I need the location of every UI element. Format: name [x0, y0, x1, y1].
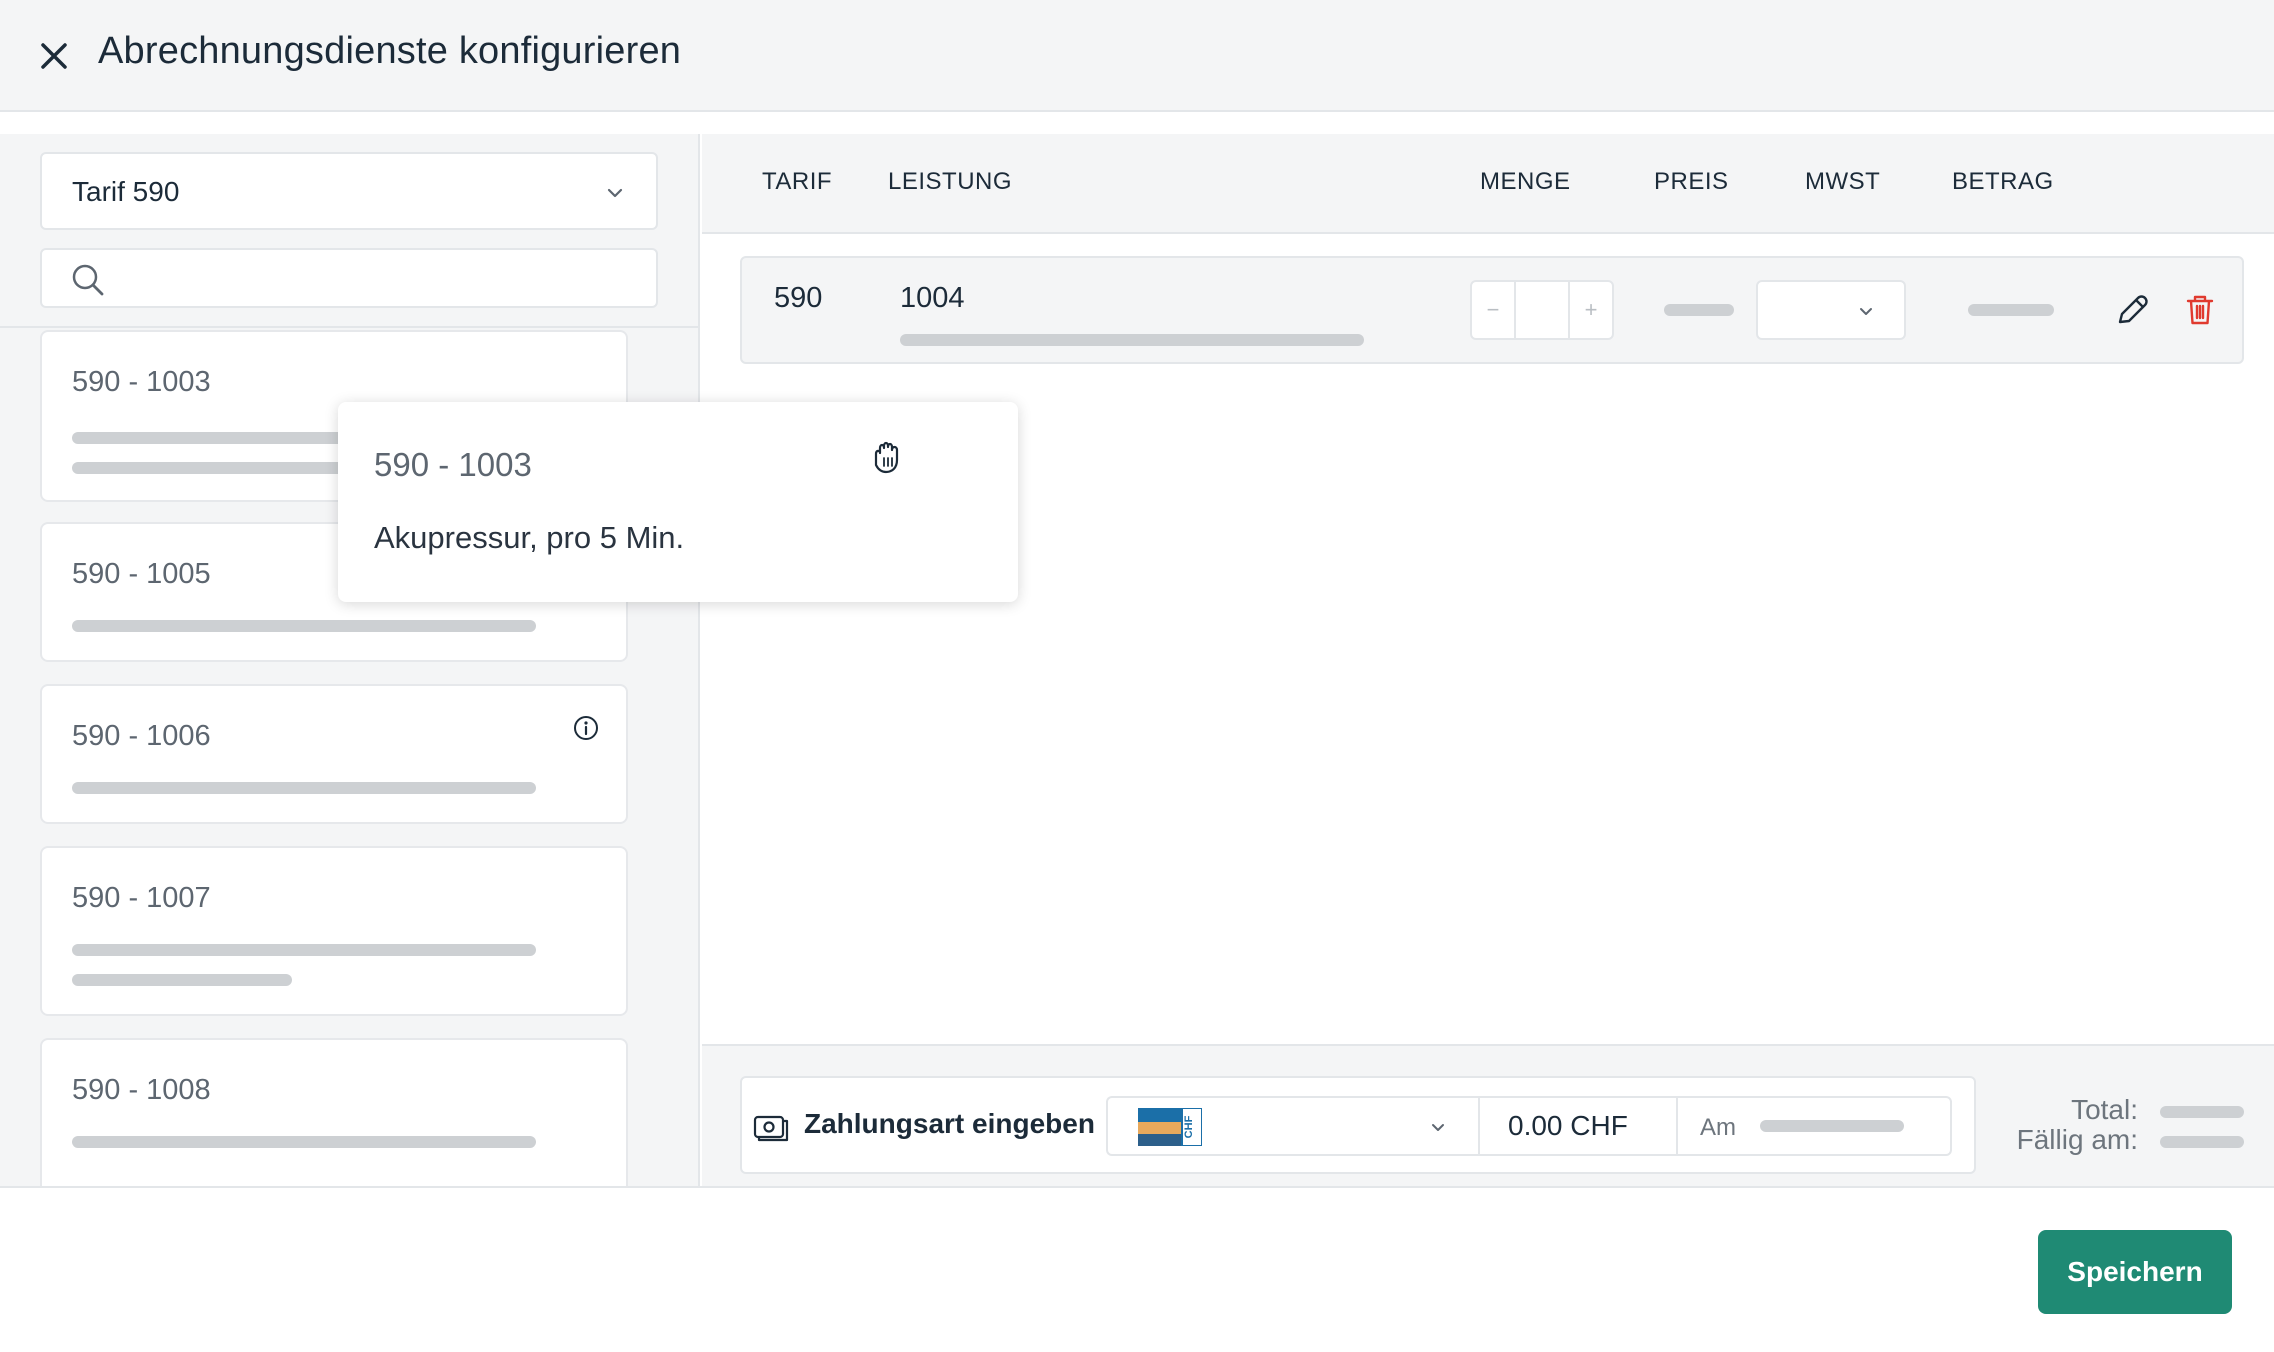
save-button[interactable]: Speichern	[2038, 1230, 2232, 1314]
selected-services-panel: TARIF LEISTUNG MENGE PREIS MWST BETRAG 5…	[702, 134, 2274, 1186]
service-card[interactable]: 590 - 1006	[40, 684, 628, 824]
grab-hand-icon	[874, 441, 899, 474]
total-label: Total:	[2071, 1094, 2138, 1125]
tarif-select[interactable]: Tarif 590	[40, 152, 658, 230]
quantity-stepper: − +	[1470, 280, 1614, 340]
payment-amount-field[interactable]: 0.00 CHF	[1478, 1096, 1676, 1156]
description-placeholder	[72, 974, 292, 986]
chevron-down-icon	[1432, 1124, 1444, 1131]
column-header-menge: MENGE	[1480, 168, 1571, 195]
edit-button[interactable]	[2112, 290, 2152, 330]
vat-select[interactable]	[1756, 280, 1906, 340]
chf-card-icon: CHF	[1138, 1108, 1202, 1146]
description-placeholder	[72, 944, 536, 956]
service-catalog-panel: Tarif 590 590 - 1003 590 - 1005 590 - 10…	[0, 134, 700, 1186]
dialog-header: Abrechnungsdienste konfigurieren	[0, 0, 2274, 112]
description-placeholder	[72, 620, 536, 632]
due-date-label: Fällig am:	[2016, 1124, 2138, 1155]
payment-bar: Zahlungsart eingeben CHF 0.00 CHF Am Tot…	[702, 1044, 2274, 1186]
table-row: 590 1004 − +	[740, 256, 2244, 364]
service-code: 590 - 1005	[72, 558, 211, 590]
payment-method-select[interactable]: CHF	[1106, 1096, 1478, 1156]
search-field	[40, 248, 658, 308]
info-icon[interactable]	[572, 714, 600, 742]
payment-amount: 0.00 CHF	[1508, 1110, 1628, 1141]
payment-label: Zahlungsart eingeben	[804, 1108, 1095, 1139]
date-prefix: Am	[1700, 1114, 1736, 1141]
quantity-input[interactable]	[1514, 282, 1570, 338]
service-code: 590 - 1006	[72, 720, 211, 752]
service-tooltip: 590 - 1003 Akupressur, pro 5 Min.	[338, 402, 1018, 602]
table-header: TARIF LEISTUNG MENGE PREIS MWST BETRAG	[702, 134, 2274, 234]
chevron-down-icon	[1860, 308, 1872, 315]
service-card[interactable]: 590 - 1007	[40, 846, 628, 1016]
payment-date-field[interactable]: Am	[1676, 1096, 1952, 1156]
search-icon	[72, 264, 104, 296]
increment-button[interactable]: +	[1570, 282, 1612, 338]
tooltip-code: 590 - 1003	[374, 446, 532, 483]
close-icon[interactable]	[34, 36, 74, 76]
column-header-tarif: TARIF	[762, 168, 833, 195]
tarif-select-value: Tarif 590	[72, 176, 180, 207]
dialog-title: Abrechnungsdienste konfigurieren	[98, 30, 682, 72]
description-placeholder	[72, 1136, 536, 1148]
date-placeholder	[1760, 1120, 1904, 1132]
column-header-betrag: BETRAG	[1952, 168, 2054, 195]
column-header-leistung: LEISTUNG	[888, 168, 1013, 195]
description-placeholder	[900, 334, 1364, 346]
total-placeholder	[2160, 1106, 2244, 1118]
row-leistung: 1004	[900, 282, 965, 314]
service-card[interactable]: 590 - 1008	[40, 1038, 628, 1186]
service-code: 590 - 1003	[72, 366, 211, 398]
tooltip-description: Akupressur, pro 5 Min.	[374, 520, 685, 555]
price-placeholder	[1664, 304, 1734, 316]
payment-entry: Zahlungsart eingeben CHF 0.00 CHF Am	[740, 1076, 1976, 1174]
column-header-mwst: MWST	[1805, 168, 1881, 195]
decrement-button[interactable]: −	[1472, 282, 1514, 338]
trash-icon	[2186, 295, 2214, 325]
due-date-placeholder	[2160, 1136, 2244, 1148]
service-code: 590 - 1007	[72, 882, 211, 914]
divider	[0, 326, 698, 328]
pencil-icon	[2118, 295, 2148, 324]
service-code: 590 - 1008	[72, 1074, 211, 1106]
amount-placeholder	[1968, 304, 2054, 316]
column-header-preis: PREIS	[1654, 168, 1729, 195]
row-tarif: 590	[774, 282, 823, 314]
description-placeholder	[72, 782, 536, 794]
search-input[interactable]	[116, 256, 636, 302]
dialog-footer: Speichern	[0, 1186, 2274, 1352]
cash-icon	[753, 1115, 789, 1142]
delete-button[interactable]	[2180, 290, 2220, 330]
card-label: CHF	[1183, 1115, 1195, 1138]
chevron-down-icon	[607, 188, 623, 198]
